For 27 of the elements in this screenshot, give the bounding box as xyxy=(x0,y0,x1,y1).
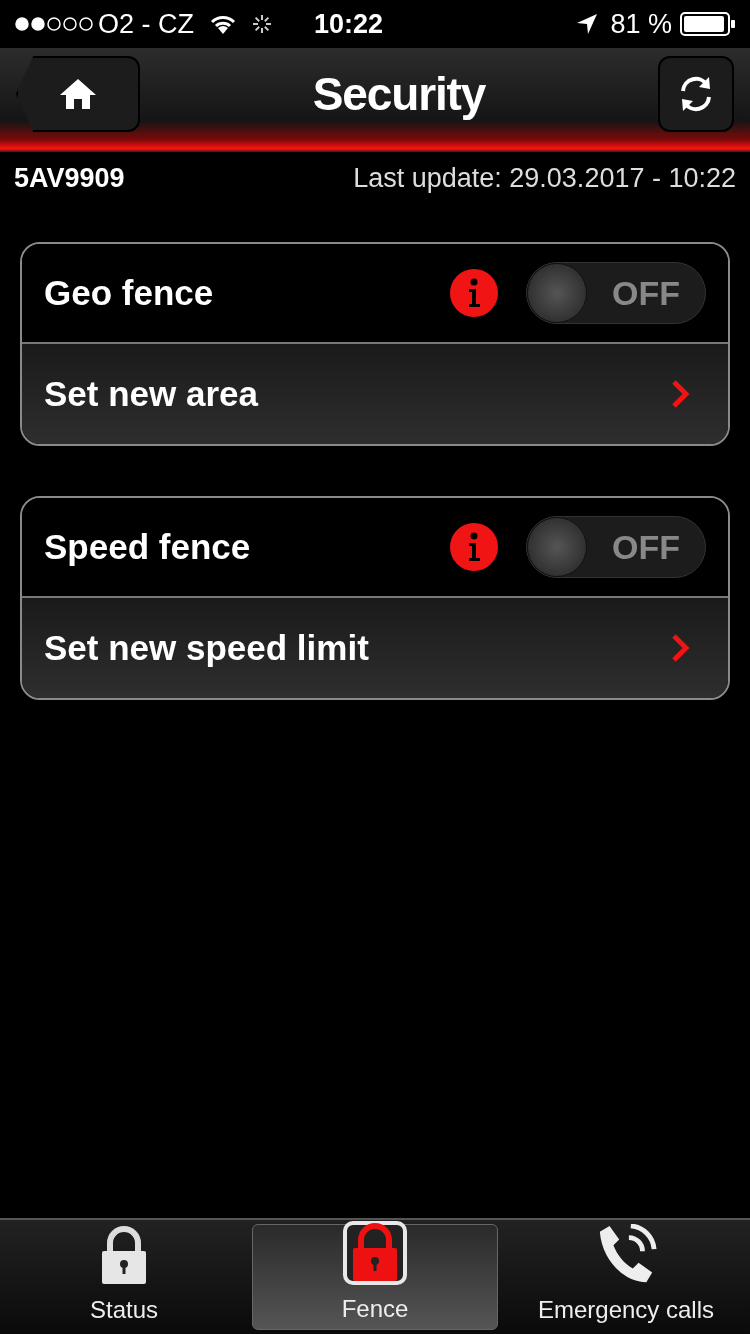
battery-icon xyxy=(680,12,736,36)
toggle-label: Speed fence xyxy=(44,525,252,568)
toggle-label: Geo fence xyxy=(44,271,215,314)
chevron-right-icon xyxy=(670,379,690,409)
clock: 10:22 xyxy=(314,7,384,41)
link-row[interactable]: Set new area xyxy=(22,344,728,444)
info-icon[interactable] xyxy=(450,523,498,571)
chevron-right-icon xyxy=(670,633,690,663)
carrier-name: O2 - CZ xyxy=(98,7,194,41)
signal-icon xyxy=(14,16,94,32)
padlock-icon xyxy=(343,1221,407,1285)
tab[interactable]: Status xyxy=(2,1224,246,1330)
link-row[interactable]: Set new speed limit xyxy=(22,598,728,698)
location-arrow-icon xyxy=(576,13,599,35)
vehicle-plate: 5AV9909 xyxy=(14,161,125,195)
home-icon xyxy=(58,77,98,111)
page-title: Security xyxy=(312,66,486,122)
refresh-button[interactable] xyxy=(658,56,734,132)
loading-icon xyxy=(250,12,274,36)
toggle-switch[interactable]: OFF xyxy=(526,516,706,578)
battery-percentage: 81 % xyxy=(610,7,672,41)
last-update-text: Last update: 29.03.2017 - 10:22 xyxy=(353,161,736,195)
tab[interactable]: Fence xyxy=(252,1224,498,1330)
toggle-switch[interactable]: OFF xyxy=(526,262,706,324)
home-button[interactable] xyxy=(16,56,140,132)
tab[interactable]: Emergency calls xyxy=(504,1224,748,1330)
info-icon[interactable] xyxy=(450,269,498,317)
